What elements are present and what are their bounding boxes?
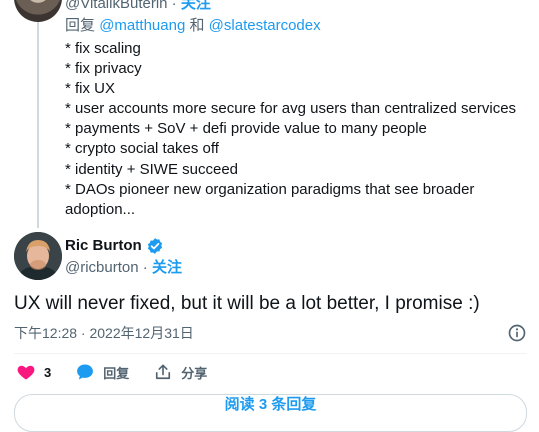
parent-tweet-text: * fix scaling * fix privacy * fix UX * u…	[65, 39, 525, 220]
parent-line: * fix UX	[65, 80, 116, 98]
parent-handle[interactable]: @VitalikButerin	[65, 0, 168, 12]
share-button[interactable]: 分享	[153, 362, 207, 382]
mention-slatestarcodex[interactable]: @slatestarcodex	[209, 17, 321, 34]
author-handle[interactable]: @ricburton	[65, 259, 139, 276]
parent-author-row: @VitalikButerin · 关注	[65, 0, 211, 14]
follow-button[interactable]: 关注	[152, 259, 182, 276]
separator-dot: ·	[142, 259, 148, 276]
share-label: 分享	[181, 365, 208, 381]
author-name-row: Ric Burton	[65, 236, 182, 256]
mention-matthuang[interactable]: @matthuang	[99, 17, 185, 34]
reply-to-line: 回复 @matthuang 和 @slatestarcodex	[65, 16, 321, 36]
author-name[interactable]: Ric Burton	[65, 236, 142, 256]
parent-line: * identity + SIWE succeed	[65, 160, 238, 178]
reply-and: 和	[189, 17, 205, 34]
avatar-portrait	[14, 232, 62, 280]
read-replies-label: 阅读 3 条回复	[224, 396, 317, 413]
actions-divider	[14, 353, 527, 354]
info-icon[interactable]	[507, 323, 527, 343]
parent-line: * user accounts more secure for avg user…	[65, 100, 517, 118]
like-button[interactable]: 3	[16, 362, 51, 382]
parent-line: * DAOs pioneer new organization paradigm…	[65, 180, 475, 198]
verified-badge-icon	[147, 238, 162, 254]
tweet-timestamp[interactable]: 下午12:28 · 2022年12月31日	[14, 323, 194, 343]
parent-line: * crypto social takes off	[65, 140, 219, 158]
reply-bubble-icon	[77, 364, 94, 380]
parent-avatar[interactable]	[14, 0, 62, 22]
author-avatar[interactable]	[14, 232, 62, 280]
like-count: 3	[44, 364, 52, 380]
parent-line: * fix scaling	[65, 40, 141, 57]
parent-line: * fix privacy	[65, 60, 142, 78]
reply-label: 回复	[103, 365, 130, 381]
author-handle-row: @ricburton · 关注	[65, 258, 182, 278]
read-replies-button[interactable]: 阅读 3 条回复	[14, 394, 527, 432]
parent-line: adoption...	[65, 200, 136, 218]
parent-follow-button[interactable]: 关注	[181, 0, 211, 12]
heart-icon	[17, 365, 35, 380]
parent-line: * payments + SoV + defi provide value to…	[65, 120, 427, 138]
reply-prefix: 回复	[65, 17, 96, 34]
reply-button[interactable]: 回复	[75, 362, 129, 382]
share-icon	[156, 364, 171, 380]
tweet-text: UX will never fixed, but it will be a lo…	[14, 293, 480, 314]
thread-connector-line	[37, 22, 39, 228]
action-bar: 3 回复 分享	[16, 362, 231, 382]
author-block: Ric Burton @ricburton · 关注	[65, 236, 182, 278]
